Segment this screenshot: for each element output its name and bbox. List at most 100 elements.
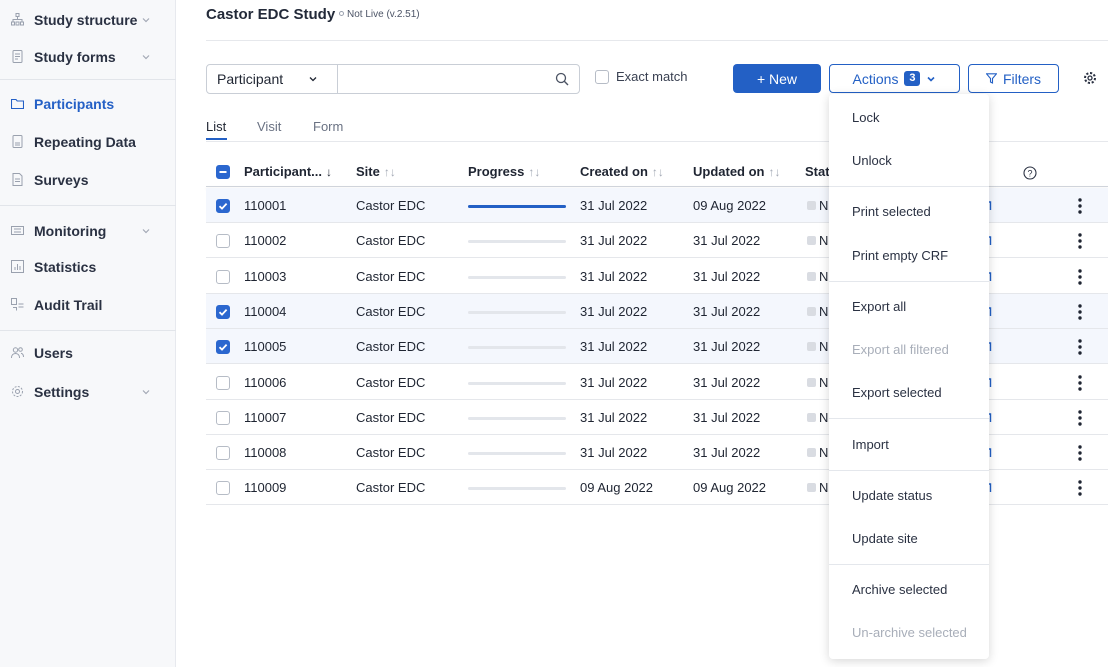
menu-item-print-selected[interactable]: Print selected bbox=[829, 195, 989, 227]
search-input[interactable] bbox=[340, 67, 545, 91]
row-more-icon[interactable] bbox=[1076, 231, 1084, 251]
menu-item-unlock[interactable]: Unlock bbox=[829, 144, 989, 176]
sort-icon: ↑↓ bbox=[528, 165, 541, 179]
filters-button[interactable]: Filters bbox=[968, 64, 1059, 93]
row-checkbox[interactable] bbox=[216, 199, 230, 213]
participant-id[interactable]: 110007 bbox=[244, 410, 286, 425]
updated-on-cell: 31 Jul 2022 bbox=[693, 233, 761, 249]
exact-match-toggle[interactable]: Exact match bbox=[595, 69, 688, 84]
sidebar-item-study-forms[interactable]: Study forms bbox=[0, 42, 176, 72]
sidebar-item-label: Monitoring bbox=[34, 223, 107, 239]
updated-on-cell: 31 Jul 2022 bbox=[693, 268, 761, 284]
status-dot-icon bbox=[807, 448, 816, 458]
column-header-site[interactable]: Site ↑↓ bbox=[356, 164, 396, 179]
row-more-icon[interactable] bbox=[1076, 196, 1084, 216]
progress-bar bbox=[468, 487, 566, 491]
participant-id[interactable]: 110009 bbox=[244, 480, 286, 495]
exact-match-checkbox[interactable] bbox=[595, 69, 609, 84]
row-more-icon[interactable] bbox=[1076, 478, 1084, 498]
participant-id[interactable]: 110006 bbox=[244, 375, 286, 390]
progress-bar bbox=[468, 240, 566, 244]
sidebar-item-users[interactable]: Users bbox=[0, 338, 176, 368]
row-checkbox[interactable] bbox=[216, 481, 230, 496]
sidebar-item-statistics[interactable]: Statistics bbox=[0, 252, 176, 282]
search-field-select[interactable]: Participant bbox=[207, 65, 338, 93]
chevron-down-icon bbox=[309, 77, 317, 82]
new-participant-button[interactable]: + New bbox=[733, 64, 821, 93]
status-cell: N bbox=[819, 198, 829, 213]
menu-item-export-all[interactable]: Export all bbox=[829, 290, 989, 322]
menu-item-export-selected[interactable]: Export selected bbox=[829, 376, 989, 408]
progress-bar bbox=[468, 381, 566, 385]
help-icon[interactable]: ? bbox=[1023, 166, 1037, 180]
participant-id[interactable]: 110002 bbox=[244, 233, 286, 248]
column-label: Stat bbox=[805, 164, 830, 179]
row-checkbox[interactable] bbox=[216, 410, 230, 425]
row-checkbox[interactable] bbox=[216, 375, 230, 390]
select-all-checkbox[interactable] bbox=[216, 165, 230, 179]
participant-id[interactable]: 110001 bbox=[244, 198, 286, 213]
actions-button[interactable]: Actions 3 bbox=[829, 64, 960, 93]
row-more-icon[interactable] bbox=[1076, 443, 1084, 463]
row-more-icon[interactable] bbox=[1076, 267, 1084, 287]
row-checkbox[interactable] bbox=[216, 269, 230, 284]
status-dot-icon bbox=[807, 271, 816, 281]
column-header-updated-on[interactable]: Updated on ↑↓ bbox=[693, 164, 781, 179]
progress-bar bbox=[468, 346, 566, 350]
participant-id[interactable]: 110008 bbox=[244, 445, 286, 460]
search-icon[interactable] bbox=[555, 72, 569, 86]
row-checkbox[interactable] bbox=[216, 234, 230, 249]
study-status-text: Not Live (v.2.51) bbox=[347, 9, 420, 20]
sidebar-item-repeating-data[interactable]: Repeating Data bbox=[0, 127, 176, 157]
filters-label: Filters bbox=[1002, 70, 1042, 87]
sidebar-item-settings[interactable]: Settings bbox=[0, 377, 176, 407]
chevron-down-icon bbox=[142, 390, 150, 395]
site-cell: Castor EDC bbox=[356, 198, 426, 213]
menu-item-archive-selected[interactable]: Archive selected bbox=[829, 573, 989, 605]
tab-form[interactable]: Form bbox=[313, 119, 343, 134]
status-cell: N bbox=[819, 268, 829, 284]
updated-on-cell: 31 Jul 2022 bbox=[693, 374, 761, 390]
menu-item-import[interactable]: Import bbox=[829, 428, 989, 460]
column-header-created-on[interactable]: Created on ↑↓ bbox=[580, 164, 664, 179]
sidebar-item-study-structure[interactable]: Study structure bbox=[0, 5, 176, 35]
document-icon bbox=[11, 135, 24, 148]
row-checkbox[interactable] bbox=[216, 446, 230, 461]
participant-id[interactable]: 110003 bbox=[244, 269, 286, 284]
site-cell: Castor EDC bbox=[356, 339, 426, 355]
tab-visit[interactable]: Visit bbox=[257, 119, 281, 134]
menu-divider bbox=[829, 281, 989, 282]
sidebar-item-monitoring[interactable]: Monitoring bbox=[0, 216, 176, 246]
column-header-progress[interactable]: Progress ↑↓ bbox=[468, 164, 540, 179]
row-more-icon[interactable] bbox=[1076, 302, 1084, 322]
sidebar-item-participants[interactable]: Participants bbox=[0, 89, 176, 119]
menu-item-update-site[interactable]: Update site bbox=[829, 522, 989, 554]
row-checkbox[interactable] bbox=[216, 304, 230, 319]
app-window: Study structure Study forms Participants… bbox=[0, 0, 1108, 667]
menu-item-print-empty-crf[interactable]: Print empty CRF bbox=[829, 239, 989, 271]
row-checkbox[interactable] bbox=[216, 340, 230, 355]
sort-desc-icon: ↓ bbox=[326, 165, 333, 179]
actions-dropdown-menu: Lock Unlock Print selected Print empty C… bbox=[829, 94, 989, 659]
menu-item-lock[interactable]: Lock bbox=[829, 101, 989, 133]
column-header-participant[interactable]: Participant... ↓ bbox=[244, 164, 332, 179]
menu-item-update-status[interactable]: Update status bbox=[829, 479, 989, 511]
sidebar-item-label: Participants bbox=[34, 96, 115, 112]
participant-id[interactable]: 110004 bbox=[244, 304, 286, 319]
row-more-icon[interactable] bbox=[1076, 373, 1084, 393]
table-settings-gear-icon[interactable] bbox=[1083, 71, 1097, 85]
tab-list[interactable]: List bbox=[206, 119, 226, 134]
row-more-icon[interactable] bbox=[1076, 408, 1084, 428]
created-on-cell: 31 Jul 2022 bbox=[580, 374, 648, 390]
sidebar-item-audit-trail[interactable]: Audit Trail bbox=[0, 290, 176, 320]
sidebar-item-surveys[interactable]: Surveys bbox=[0, 165, 176, 195]
menu-divider bbox=[829, 564, 989, 565]
status-dot-icon bbox=[339, 10, 344, 16]
status-dot-icon bbox=[807, 342, 816, 352]
row-more-icon[interactable] bbox=[1076, 337, 1084, 357]
gear-icon bbox=[11, 385, 24, 398]
participant-id[interactable]: 110005 bbox=[244, 339, 286, 354]
updated-on-cell: 09 Aug 2022 bbox=[693, 480, 767, 496]
column-header-status[interactable]: Stat bbox=[805, 164, 830, 179]
column-label: Updated on bbox=[693, 164, 765, 179]
